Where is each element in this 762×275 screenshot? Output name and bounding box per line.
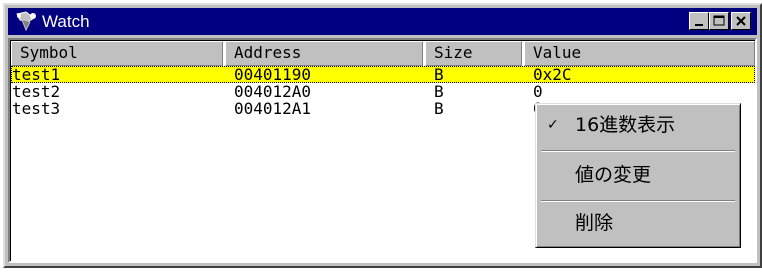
address-cell: 004012A1 bbox=[234, 99, 312, 118]
symbol-cell: test3 bbox=[12, 99, 61, 118]
value-cell: 0 bbox=[533, 82, 543, 101]
size-cell: B bbox=[434, 99, 444, 118]
symbol-cell: test2 bbox=[12, 82, 61, 101]
column-header-value[interactable]: Value bbox=[524, 41, 755, 66]
menu-item-delete[interactable]: 削除 bbox=[539, 208, 737, 238]
menu-item-label: 値の変更 bbox=[575, 164, 652, 186]
column-header-symbol[interactable]: Symbol bbox=[11, 41, 223, 66]
value-cell: 0x2C bbox=[533, 65, 572, 84]
maximize-icon bbox=[713, 15, 725, 26]
maximize-button[interactable] bbox=[709, 12, 729, 30]
column-header-size[interactable]: Size bbox=[425, 41, 522, 66]
menu-item-label: 16進数表示 bbox=[575, 114, 676, 136]
size-cell: B bbox=[434, 82, 444, 101]
context-menu: ✓ 16進数表示 値の変更 削除 bbox=[535, 103, 741, 248]
table-row[interactable]: test2 004012A0 B 0 bbox=[11, 83, 755, 100]
minimize-icon bbox=[695, 24, 703, 26]
address-cell: 004012A0 bbox=[234, 82, 312, 101]
menu-item-label: 削除 bbox=[575, 212, 614, 234]
menu-separator bbox=[541, 200, 735, 202]
watch-app-icon[interactable] bbox=[14, 10, 40, 32]
list-header: Symbol Address Size Value bbox=[11, 41, 755, 66]
minimize-button[interactable] bbox=[689, 12, 709, 30]
symbol-cell: test1 bbox=[12, 65, 61, 84]
address-cell: 00401190 bbox=[234, 65, 312, 84]
menu-item-hex-display[interactable]: ✓ 16進数表示 bbox=[539, 110, 737, 140]
menu-item-change-value[interactable]: 値の変更 bbox=[539, 160, 737, 190]
checkmark-icon: ✓ bbox=[547, 117, 559, 133]
window-title: Watch bbox=[42, 12, 90, 31]
title-bar[interactable]: Watch bbox=[8, 8, 757, 35]
close-button[interactable] bbox=[731, 12, 751, 30]
table-row[interactable]: test1 00401190 B 0x2C bbox=[11, 66, 755, 83]
close-icon bbox=[736, 16, 746, 26]
size-cell: B bbox=[434, 65, 444, 84]
menu-separator bbox=[541, 150, 735, 152]
column-header-address[interactable]: Address bbox=[225, 41, 423, 66]
